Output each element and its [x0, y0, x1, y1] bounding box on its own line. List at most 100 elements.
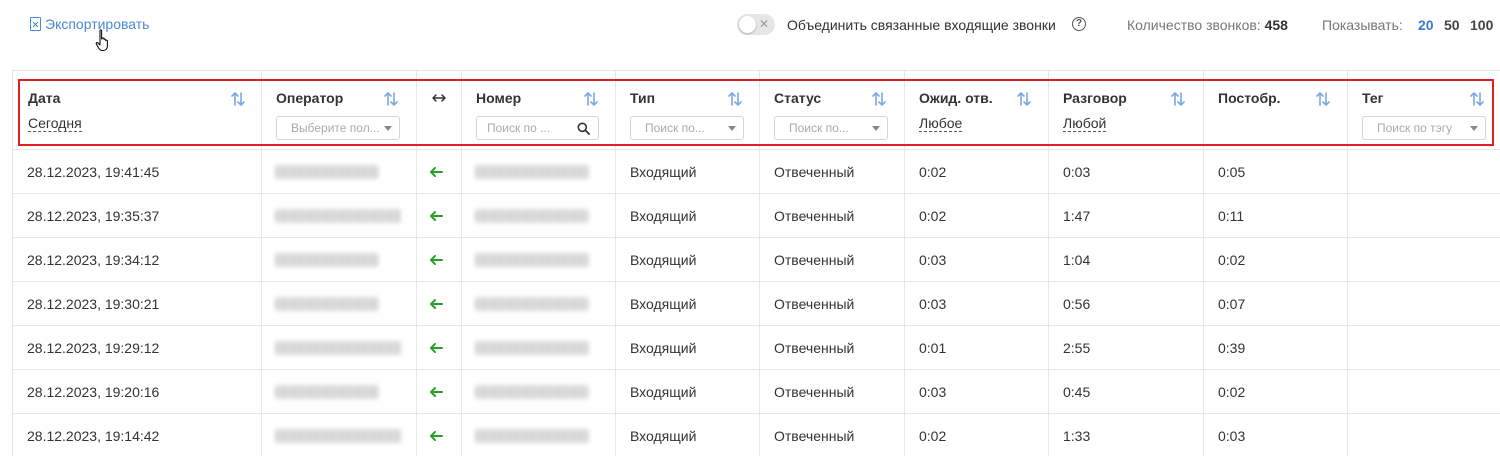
merge-calls-label: Объединить связанные входящие звонки: [787, 17, 1056, 33]
incoming-arrow-icon: [430, 167, 443, 177]
incoming-arrow-icon: [430, 211, 443, 221]
page-size-label: Показывать:: [1322, 17, 1403, 33]
call-type: Входящий: [630, 208, 697, 224]
merge-calls-toggle[interactable]: ✕: [737, 14, 775, 35]
phone-number-redacted: [475, 429, 589, 443]
table-row[interactable]: 28.12.2023, 19:34:12 Входящий Отвеченный…: [13, 238, 1500, 282]
sort-arrows-icon[interactable]: [584, 91, 598, 107]
toggle-knob: [739, 16, 756, 33]
talk-filter[interactable]: Любой: [1063, 115, 1107, 132]
page-size-50[interactable]: 50: [1444, 17, 1460, 33]
question-circle-icon[interactable]: ?: [1072, 17, 1086, 31]
post-time: 0:07: [1218, 296, 1246, 312]
sort-arrows-icon[interactable]: [1017, 91, 1031, 107]
operator-name-redacted: [275, 165, 379, 179]
post-time: 0:02: [1218, 252, 1246, 268]
export-button[interactable]: Экспортировать: [30, 16, 149, 32]
sort-arrows-icon[interactable]: [1470, 91, 1484, 107]
phone-number-redacted: [475, 165, 589, 179]
wait-time: 0:02: [919, 164, 947, 180]
phone-number-redacted: [475, 209, 589, 223]
swap-horizontal-icon[interactable]: [431, 92, 447, 104]
talk-time: 1:47: [1063, 208, 1091, 224]
operator-select[interactable]: Выберите пол...: [276, 116, 400, 140]
incoming-arrow-icon: [430, 343, 443, 353]
chevron-down-icon: [728, 126, 736, 131]
tag-select-placeholder: Поиск по тэгу: [1377, 121, 1453, 135]
phone-number-redacted: [475, 385, 589, 399]
talk-time: 0:03: [1063, 164, 1091, 180]
sort-arrows-icon[interactable]: [1316, 91, 1330, 107]
call-date: 28.12.2023, 19:35:37: [27, 208, 160, 224]
table-row[interactable]: 28.12.2023, 19:35:37 Входящий Отвеченный…: [13, 194, 1500, 238]
column-header-date[interactable]: Дата: [28, 90, 60, 106]
chevron-down-icon: [384, 126, 392, 131]
status-select[interactable]: Поиск по...: [774, 116, 888, 140]
wait-time: 0:02: [919, 208, 947, 224]
sort-arrows-icon[interactable]: [728, 91, 742, 107]
chevron-down-icon: [1470, 126, 1478, 131]
phone-number-redacted: [475, 341, 589, 355]
table-row[interactable]: 28.12.2023, 19:20:16 Входящий Отвеченный…: [13, 370, 1500, 414]
table-row[interactable]: 28.12.2023, 19:41:45 Входящий Отвеченный…: [13, 150, 1500, 194]
table-row[interactable]: 28.12.2023, 19:30:21 Входящий Отвеченный…: [13, 282, 1500, 326]
column-header-status[interactable]: Статус: [774, 90, 821, 106]
table-row[interactable]: 28.12.2023, 19:14:42 Входящий Отвеченный…: [13, 414, 1500, 456]
wait-time: 0:01: [919, 340, 947, 356]
table-header: Дата Сегодня Оператор Выберите пол... Но…: [13, 71, 1500, 150]
call-status: Отвеченный: [774, 296, 855, 312]
tag-select[interactable]: Поиск по тэгу: [1362, 116, 1486, 140]
call-status: Отвеченный: [774, 340, 855, 356]
status-select-placeholder: Поиск по...: [789, 121, 849, 135]
type-select[interactable]: Поиск по...: [630, 116, 744, 140]
wait-time: 0:03: [919, 296, 947, 312]
operator-name-redacted: [275, 385, 379, 399]
date-filter[interactable]: Сегодня: [28, 115, 82, 132]
call-status: Отвеченный: [774, 252, 855, 268]
call-date: 28.12.2023, 19:30:21: [27, 296, 160, 312]
call-date: 28.12.2023, 19:20:16: [27, 384, 160, 400]
operator-name-redacted: [275, 297, 379, 311]
column-header-number[interactable]: Номер: [476, 90, 521, 106]
talk-time: 0:56: [1063, 296, 1091, 312]
page-size-100[interactable]: 100: [1470, 17, 1493, 33]
operator-name-redacted: [275, 253, 379, 267]
incoming-arrow-icon: [430, 299, 443, 309]
call-type: Входящий: [630, 164, 697, 180]
column-header-wait[interactable]: Ожид. отв.: [919, 90, 993, 106]
table-row[interactable]: 28.12.2023, 19:29:12 Входящий Отвеченный…: [13, 326, 1500, 370]
talk-time: 1:33: [1063, 428, 1091, 444]
post-time: 0:02: [1218, 384, 1246, 400]
type-select-placeholder: Поиск по...: [645, 121, 705, 135]
post-time: 0:11: [1218, 208, 1245, 224]
operator-name-redacted: [275, 429, 401, 443]
calls-count: Количество звонков: 458: [1127, 17, 1288, 33]
wait-filter[interactable]: Любое: [919, 115, 963, 132]
call-type: Входящий: [630, 428, 697, 444]
post-time: 0:39: [1218, 340, 1246, 356]
hand-pointer-icon: [95, 29, 108, 52]
incoming-arrow-icon: [430, 255, 443, 265]
column-header-post[interactable]: Постобр.: [1218, 90, 1281, 106]
call-type: Входящий: [630, 296, 697, 312]
column-header-tag[interactable]: Тег: [1362, 90, 1383, 106]
sort-arrows-icon[interactable]: [1171, 91, 1185, 107]
operator-name-redacted: [275, 341, 401, 355]
phone-number-redacted: [475, 297, 589, 311]
page-size-20[interactable]: 20: [1418, 17, 1434, 33]
operator-name-redacted: [275, 209, 401, 223]
search-icon[interactable]: [577, 122, 590, 135]
sort-arrows-icon[interactable]: [231, 91, 245, 107]
sort-arrows-icon[interactable]: [384, 91, 398, 107]
call-status: Отвеченный: [774, 428, 855, 444]
wait-time: 0:02: [919, 428, 947, 444]
sort-arrows-icon[interactable]: [872, 91, 886, 107]
column-header-operator[interactable]: Оператор: [276, 90, 343, 106]
incoming-arrow-icon: [430, 431, 443, 441]
wait-time: 0:03: [919, 384, 947, 400]
column-header-type[interactable]: Тип: [630, 90, 655, 106]
call-date: 28.12.2023, 19:34:12: [27, 252, 160, 268]
column-header-talk[interactable]: Разговор: [1063, 90, 1127, 106]
call-type: Входящий: [630, 252, 697, 268]
calls-count-value: 458: [1264, 17, 1288, 33]
